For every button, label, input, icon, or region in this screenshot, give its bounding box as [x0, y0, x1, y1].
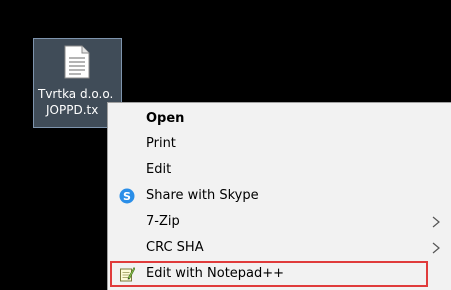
menu-item-label: Print	[146, 136, 176, 151]
skype-icon: S	[119, 188, 135, 204]
menu-item-label: Open	[146, 111, 185, 126]
chevron-right-icon	[432, 216, 440, 228]
menu-item-label: 7-Zip	[146, 214, 180, 229]
desktop: Tvrtka d.o.o. JOPPD.tx Open Print Edit S…	[0, 0, 451, 290]
file-label-line1: Tvrtka d.o.o.	[38, 87, 114, 101]
context-menu: Open Print Edit S Share with Skype 7-Zip…	[107, 102, 451, 290]
chevron-right-icon	[432, 242, 440, 254]
menu-item-label: Share with Skype	[146, 188, 259, 203]
menu-item-crc-sha[interactable]: CRC SHA	[108, 236, 451, 260]
text-file-icon	[64, 45, 90, 79]
notepad-plus-plus-icon	[120, 267, 135, 282]
menu-item-edit[interactable]: Edit	[108, 158, 451, 182]
menu-item-7zip[interactable]: 7-Zip	[108, 210, 451, 234]
menu-item-print[interactable]: Print	[108, 132, 451, 156]
menu-item-share-with-skype[interactable]: S Share with Skype	[108, 184, 451, 208]
menu-item-label: Edit with Notepad++	[146, 266, 285, 281]
menu-item-edit-with-notepad-plus-plus[interactable]: Edit with Notepad++	[108, 262, 451, 286]
menu-item-label: Edit	[146, 162, 172, 177]
menu-item-label: CRC SHA	[146, 240, 204, 255]
svg-text:S: S	[123, 190, 131, 203]
menu-item-open[interactable]: Open	[108, 107, 451, 131]
